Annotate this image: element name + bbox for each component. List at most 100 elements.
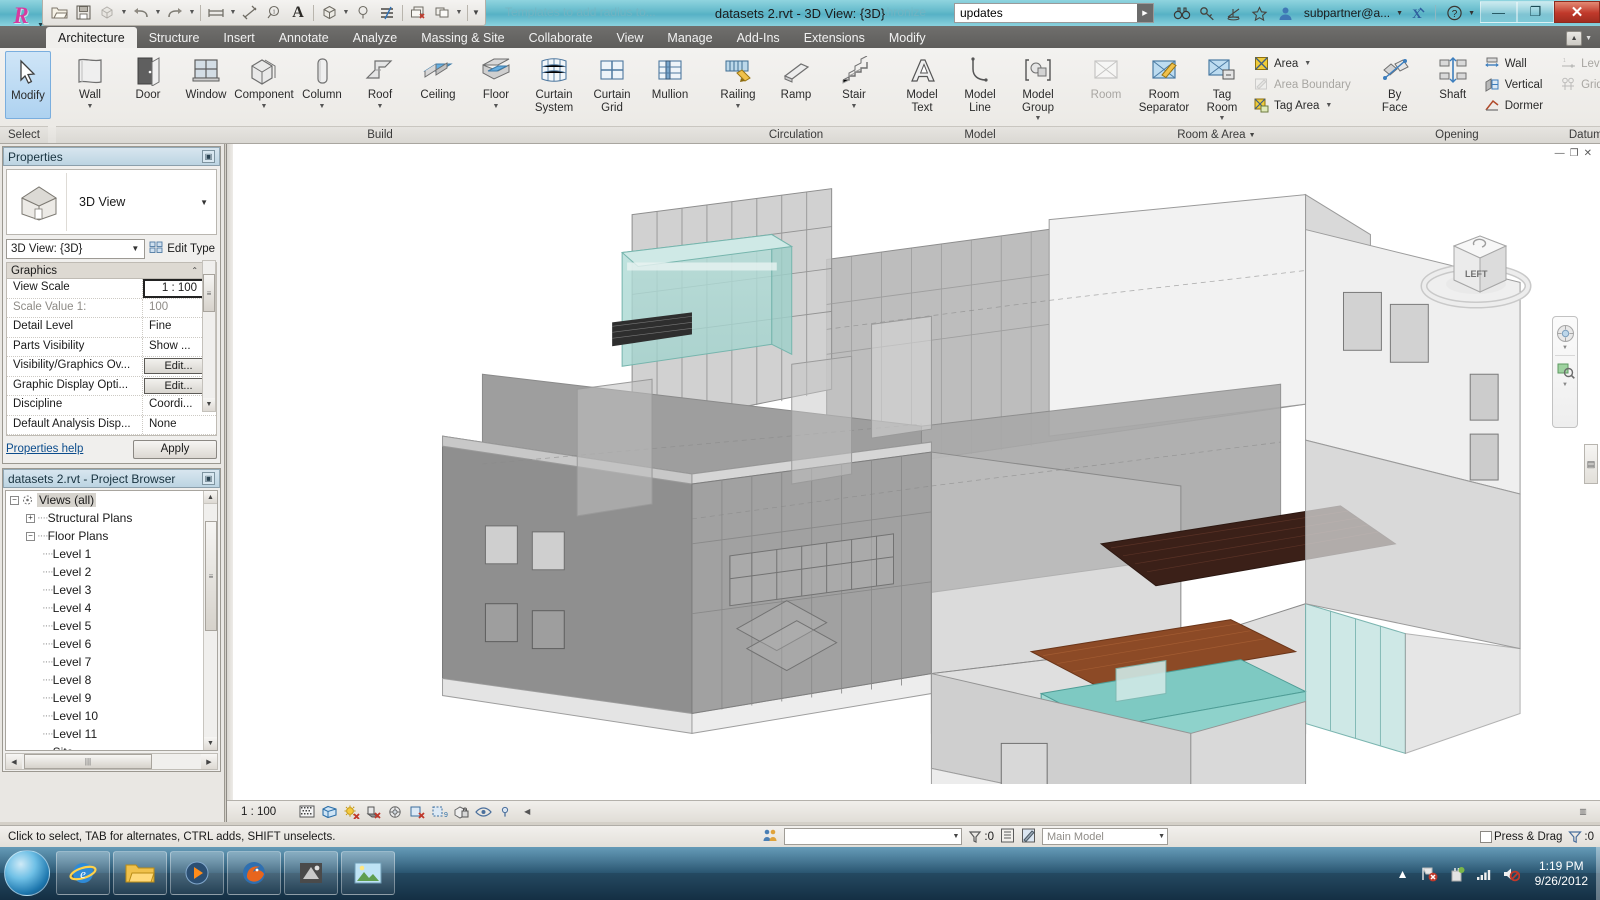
hscroll-thumb[interactable]: |||: [24, 754, 152, 769]
reveal-hidden-elements-icon[interactable]: [496, 803, 514, 821]
text-icon[interactable]: A: [286, 2, 310, 24]
viewport-scroll-handle[interactable]: ▤: [1584, 444, 1598, 484]
chevron-down-icon[interactable]: ▼: [952, 833, 959, 840]
show-hidden-icons-icon[interactable]: ▲: [1394, 865, 1412, 883]
property-value[interactable]: None: [143, 416, 216, 435]
property-row[interactable]: Default Analysis Disp... None: [7, 415, 216, 435]
section-icon[interactable]: [351, 2, 375, 24]
taskbar-revit-icon[interactable]: [284, 851, 338, 895]
taskbar-media-player-icon[interactable]: [170, 851, 224, 895]
tab-extensions[interactable]: Extensions: [792, 27, 877, 48]
view-scale-label[interactable]: 1 : 100: [241, 806, 276, 818]
measure-icon[interactable]: [204, 2, 228, 24]
detail-level-icon[interactable]: [298, 803, 316, 821]
ribbon-button-shaft[interactable]: Shaft: [1424, 51, 1482, 119]
taskbar-firefox-icon[interactable]: [227, 851, 281, 895]
chevron-down-icon[interactable]: ▼: [1304, 60, 1311, 67]
minimize-ribbon-button[interactable]: ▲: [1566, 31, 1583, 46]
ribbon-button-roof[interactable]: Roof ▼: [351, 51, 409, 119]
ribbon-button-wall[interactable]: Wall ▼: [61, 51, 119, 119]
editable-only-filter[interactable]: :0: [968, 830, 994, 844]
tab-view[interactable]: View: [605, 27, 656, 48]
properties-type-selector[interactable]: 3D View ▼: [6, 169, 217, 235]
show-crop-region-icon[interactable]: 9: [430, 803, 448, 821]
ribbon-button-component[interactable]: Component ▼: [234, 51, 294, 119]
measure-dropdown-icon[interactable]: ▼: [228, 2, 238, 24]
tree-node[interactable]: ···· Level 6: [6, 635, 217, 653]
zoom-tools-dropdown-icon[interactable]: ▼: [1562, 382, 1568, 389]
lock-3d-view-icon[interactable]: [452, 803, 470, 821]
3dview-dropdown-icon[interactable]: ▼: [341, 2, 351, 24]
switch-windows-dropdown-icon[interactable]: ▼: [454, 2, 464, 24]
tab-modify[interactable]: Modify: [877, 27, 938, 48]
project-browser-close-icon[interactable]: ▣: [202, 472, 215, 485]
properties-type-dropdown-icon[interactable]: ▼: [200, 198, 212, 207]
tree-node[interactable]: ···· Level 9: [6, 689, 217, 707]
hscroll-left-icon[interactable]: ◀: [6, 754, 22, 769]
tree-node[interactable]: ····Site: [6, 743, 217, 750]
tab-massing-site[interactable]: Massing & Site: [409, 27, 516, 48]
chevron-down-icon[interactable]: ▼: [851, 103, 858, 111]
ribbon-button-door[interactable]: Door: [119, 51, 177, 119]
tree-node[interactable]: ···· Level 7: [6, 653, 217, 671]
ribbon-button-window[interactable]: Window: [177, 51, 235, 119]
minimize-button[interactable]: —: [1480, 1, 1517, 23]
sun-path-off-icon[interactable]: [342, 803, 360, 821]
chevron-down-icon[interactable]: ▼: [131, 244, 142, 253]
taskbar-clock[interactable]: 1:19 PM 9/26/2012: [1529, 859, 1594, 889]
avatar[interactable]: [1274, 2, 1298, 24]
ribbon-button-ceiling[interactable]: Ceiling: [409, 51, 467, 119]
tree-node[interactable]: ···· Level 2: [6, 563, 217, 581]
ribbon-button-by-face[interactable]: By Face: [1366, 51, 1424, 119]
apply-button[interactable]: Apply: [133, 439, 217, 459]
panel-dialog-launcher-icon[interactable]: ▼: [1249, 132, 1256, 139]
chevron-down-icon[interactable]: ▼: [493, 103, 500, 111]
ribbon-button-curtain-system[interactable]: Curtain System: [525, 51, 583, 119]
properties-instance-combo[interactable]: 3D View: {3D} ▼: [6, 238, 146, 259]
zoom-tools-icon[interactable]: [1554, 359, 1576, 381]
rendering-dialog-icon[interactable]: [386, 803, 404, 821]
ribbon-button-model-group[interactable]: Model Group ▼: [1009, 51, 1067, 123]
filter-button[interactable]: :0: [1568, 830, 1594, 844]
drawing-area[interactable]: — ❐ ✕ LEFT ▼ ▼ ▤ 1: 100 9 ◀ ▥: [226, 144, 1600, 846]
ribbon-small-button-area[interactable]: Area ▼: [1251, 53, 1356, 74]
ribbon-button-tag-room[interactable]: Tag Room ▼: [1193, 51, 1251, 123]
tree-node[interactable]: − ···· Floor Plans: [6, 527, 217, 545]
collapse-toggle-icon[interactable]: −: [26, 531, 35, 541]
viewport-resize-handle[interactable]: ▥: [1576, 806, 1590, 818]
property-row[interactable]: Visibility/Graphics Ov... Edit...: [7, 357, 216, 377]
collapse-toggle-icon[interactable]: −: [10, 495, 19, 505]
tree-node[interactable]: ···· Level 1: [6, 545, 217, 563]
undo-icon[interactable]: [129, 2, 153, 24]
search-box[interactable]: ▶: [954, 3, 1154, 23]
chevron-down-icon[interactable]: ▼: [87, 103, 94, 111]
navigation-bar[interactable]: ▼ ▼: [1552, 316, 1578, 428]
ribbon-small-button-wall[interactable]: Wall: [1482, 53, 1548, 74]
sync-with-central-icon[interactable]: [95, 2, 119, 24]
workset-combo[interactable]: ▼: [784, 828, 963, 845]
view-restore-button[interactable]: ❐: [1570, 148, 1579, 159]
ribbon-button-curtain-grid[interactable]: Curtain Grid: [583, 51, 641, 119]
chevron-down-icon[interactable]: ▼: [261, 103, 268, 111]
tab-add-ins[interactable]: Add-Ins: [725, 27, 792, 48]
tab-annotate[interactable]: Annotate: [267, 27, 341, 48]
design-option-combo[interactable]: Main Model ▼: [1042, 828, 1169, 845]
design-option-edit-icon[interactable]: [1021, 828, 1036, 846]
view-minimize-button[interactable]: —: [1555, 148, 1565, 159]
ribbon-button-ramp[interactable]: Ramp: [767, 51, 825, 119]
property-row[interactable]: Detail Level Fine: [7, 318, 216, 338]
3d-model-canvas[interactable]: [233, 174, 1560, 846]
steering-wheel-icon[interactable]: [1554, 322, 1576, 344]
properties-help-link[interactable]: Properties help: [6, 443, 83, 455]
tab-collaborate[interactable]: Collaborate: [517, 27, 605, 48]
ribbon-small-button-vertical[interactable]: Vertical: [1482, 74, 1548, 95]
press-drag-toggle[interactable]: Press & Drag: [1480, 830, 1562, 843]
properties-close-icon[interactable]: ▣: [202, 150, 215, 163]
property-row[interactable]: View Scale 1 : 100: [7, 279, 216, 299]
ribbon-button-room-separator[interactable]: Room Separator: [1135, 51, 1193, 119]
redo-icon[interactable]: [163, 2, 187, 24]
chevron-down-icon[interactable]: ▼: [319, 103, 326, 111]
ribbon-button-mullion[interactable]: Mullion: [641, 51, 699, 119]
chevron-down-icon[interactable]: ▼: [1035, 115, 1042, 123]
ribbon-button-model-line[interactable]: Model Line: [951, 51, 1009, 119]
